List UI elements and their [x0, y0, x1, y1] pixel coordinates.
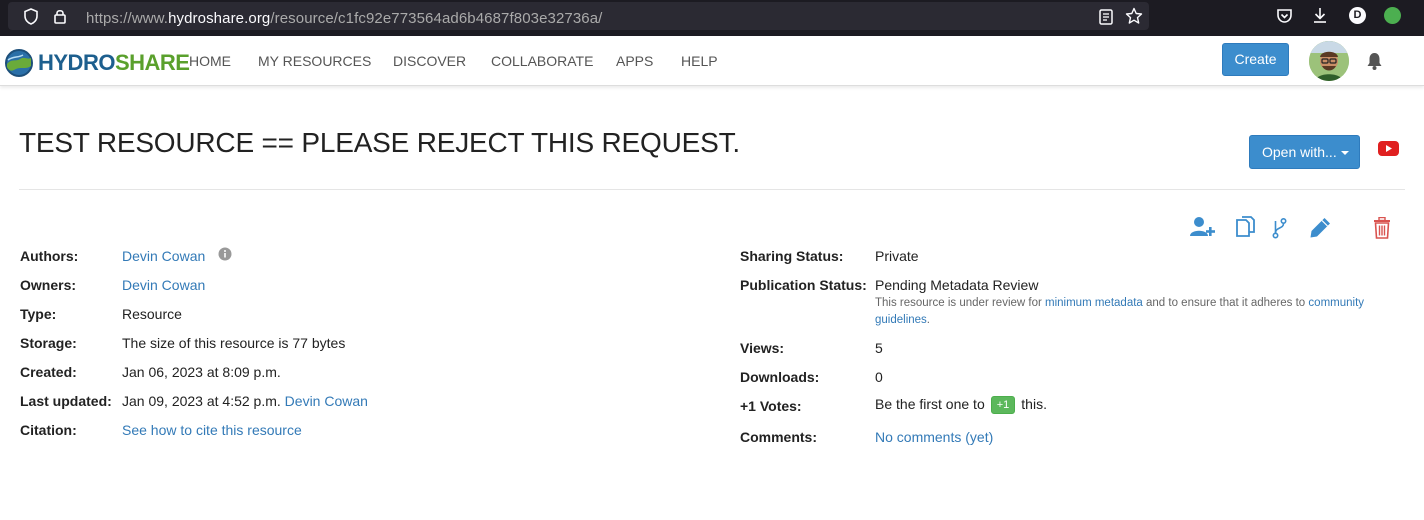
publication-status-label: Publication Status:: [740, 277, 867, 293]
owners-label: Owners:: [20, 277, 77, 293]
downloads-label: Downloads:: [740, 369, 820, 385]
citation-label: Citation:: [20, 422, 77, 438]
pocket-icon[interactable]: [1276, 8, 1293, 24]
edit-icon[interactable]: [1309, 216, 1332, 239]
owner-link[interactable]: Devin Cowan: [122, 277, 205, 293]
sharing-status-label: Sharing Status:: [740, 248, 844, 264]
delete-icon[interactable]: [1373, 217, 1391, 239]
browser-toolbar: https://www.hydroshare.org/resource/c1fc…: [0, 0, 1424, 36]
reader-view-icon[interactable]: [1099, 9, 1113, 25]
bookmark-star-icon[interactable]: [1125, 7, 1143, 25]
profile-avatar-icon[interactable]: D: [1349, 7, 1366, 24]
type-value: Resource: [122, 306, 182, 322]
last-updated-by-link[interactable]: Devin Cowan: [285, 393, 368, 409]
nav-help[interactable]: HELP: [681, 53, 718, 69]
nav-my-resources[interactable]: MY RESOURCES: [258, 53, 371, 69]
community-guidelines-link[interactable]: community: [1308, 297, 1364, 309]
add-author-icon[interactable]: [1190, 216, 1217, 237]
nav-discover[interactable]: DISCOVER: [393, 53, 466, 69]
copy-resource-icon[interactable]: [1234, 215, 1257, 238]
nav-collaborate[interactable]: COLLABORATE: [491, 53, 593, 69]
plus-one-button[interactable]: +1: [990, 396, 1016, 415]
storage-value: The size of this resource is 77 bytes: [122, 335, 346, 351]
views-value: 5: [875, 340, 883, 356]
youtube-icon[interactable]: [1378, 141, 1399, 156]
publication-note: This resource is under review for minimu…: [875, 297, 1365, 326]
info-icon[interactable]: [218, 247, 232, 261]
sharing-status-value: Private: [875, 248, 919, 264]
lock-icon[interactable]: [53, 8, 67, 25]
new-version-icon[interactable]: [1272, 217, 1287, 239]
url-text: https://www.hydroshare.org/resource/c1fc…: [86, 10, 603, 27]
open-with-label: Open with...: [1262, 144, 1337, 160]
user-avatar[interactable]: [1309, 41, 1349, 81]
url-bar[interactable]: https://www.hydroshare.org/resource/c1fc…: [8, 2, 1149, 30]
author-link[interactable]: Devin Cowan: [122, 248, 205, 264]
logo-wordmark: HYDROSHARE: [38, 50, 190, 75]
resource-title: TEST RESOURCE == PLEASE REJECT THIS REQU…: [19, 127, 740, 158]
last-updated-value: Jan 09, 2023 at 4:52 p.m. Devin Cowan: [122, 393, 368, 409]
citation-link[interactable]: See how to cite this resource: [122, 422, 302, 438]
title-divider: [19, 189, 1405, 190]
site-navbar: HYDROSHARE HOME MY RESOURCES DISCOVER CO…: [0, 36, 1424, 86]
extension-icon[interactable]: [1384, 7, 1401, 24]
type-label: Type:: [20, 306, 57, 322]
votes-value: Be the first one to +1 this.: [875, 396, 1047, 415]
caret-down-icon: [1340, 151, 1349, 156]
downloads-value: 0: [875, 369, 883, 385]
shield-icon[interactable]: [23, 8, 39, 25]
globe-logo-icon: [5, 49, 33, 77]
user-photo-icon: [1309, 41, 1349, 81]
hydroshare-logo[interactable]: HYDROSHARE: [4, 46, 190, 78]
storage-label: Storage:: [20, 335, 77, 351]
nav-apps[interactable]: APPS: [616, 53, 653, 69]
votes-label: +1 Votes:: [740, 398, 802, 414]
download-icon[interactable]: [1312, 7, 1328, 24]
views-label: Views:: [740, 340, 785, 356]
comments-link[interactable]: No comments (yet): [875, 429, 993, 445]
open-with-button[interactable]: Open with...: [1249, 135, 1360, 169]
authors-label: Authors:: [20, 248, 79, 264]
community-guidelines-link-2[interactable]: guidelines: [875, 314, 927, 326]
minimum-metadata-link[interactable]: minimum metadata: [1045, 297, 1143, 309]
publication-status-value: Pending Metadata Review: [875, 277, 1039, 293]
comments-label: Comments:: [740, 429, 818, 445]
last-updated-date: Jan 09, 2023 at 4:52 p.m.: [122, 393, 281, 409]
created-value: Jan 06, 2023 at 8:09 p.m.: [122, 364, 281, 380]
created-label: Created:: [20, 364, 77, 380]
notifications-bell-icon[interactable]: [1366, 52, 1383, 70]
last-updated-label: Last updated:: [20, 393, 112, 409]
nav-home[interactable]: HOME: [189, 53, 231, 69]
create-button[interactable]: Create: [1222, 43, 1289, 76]
